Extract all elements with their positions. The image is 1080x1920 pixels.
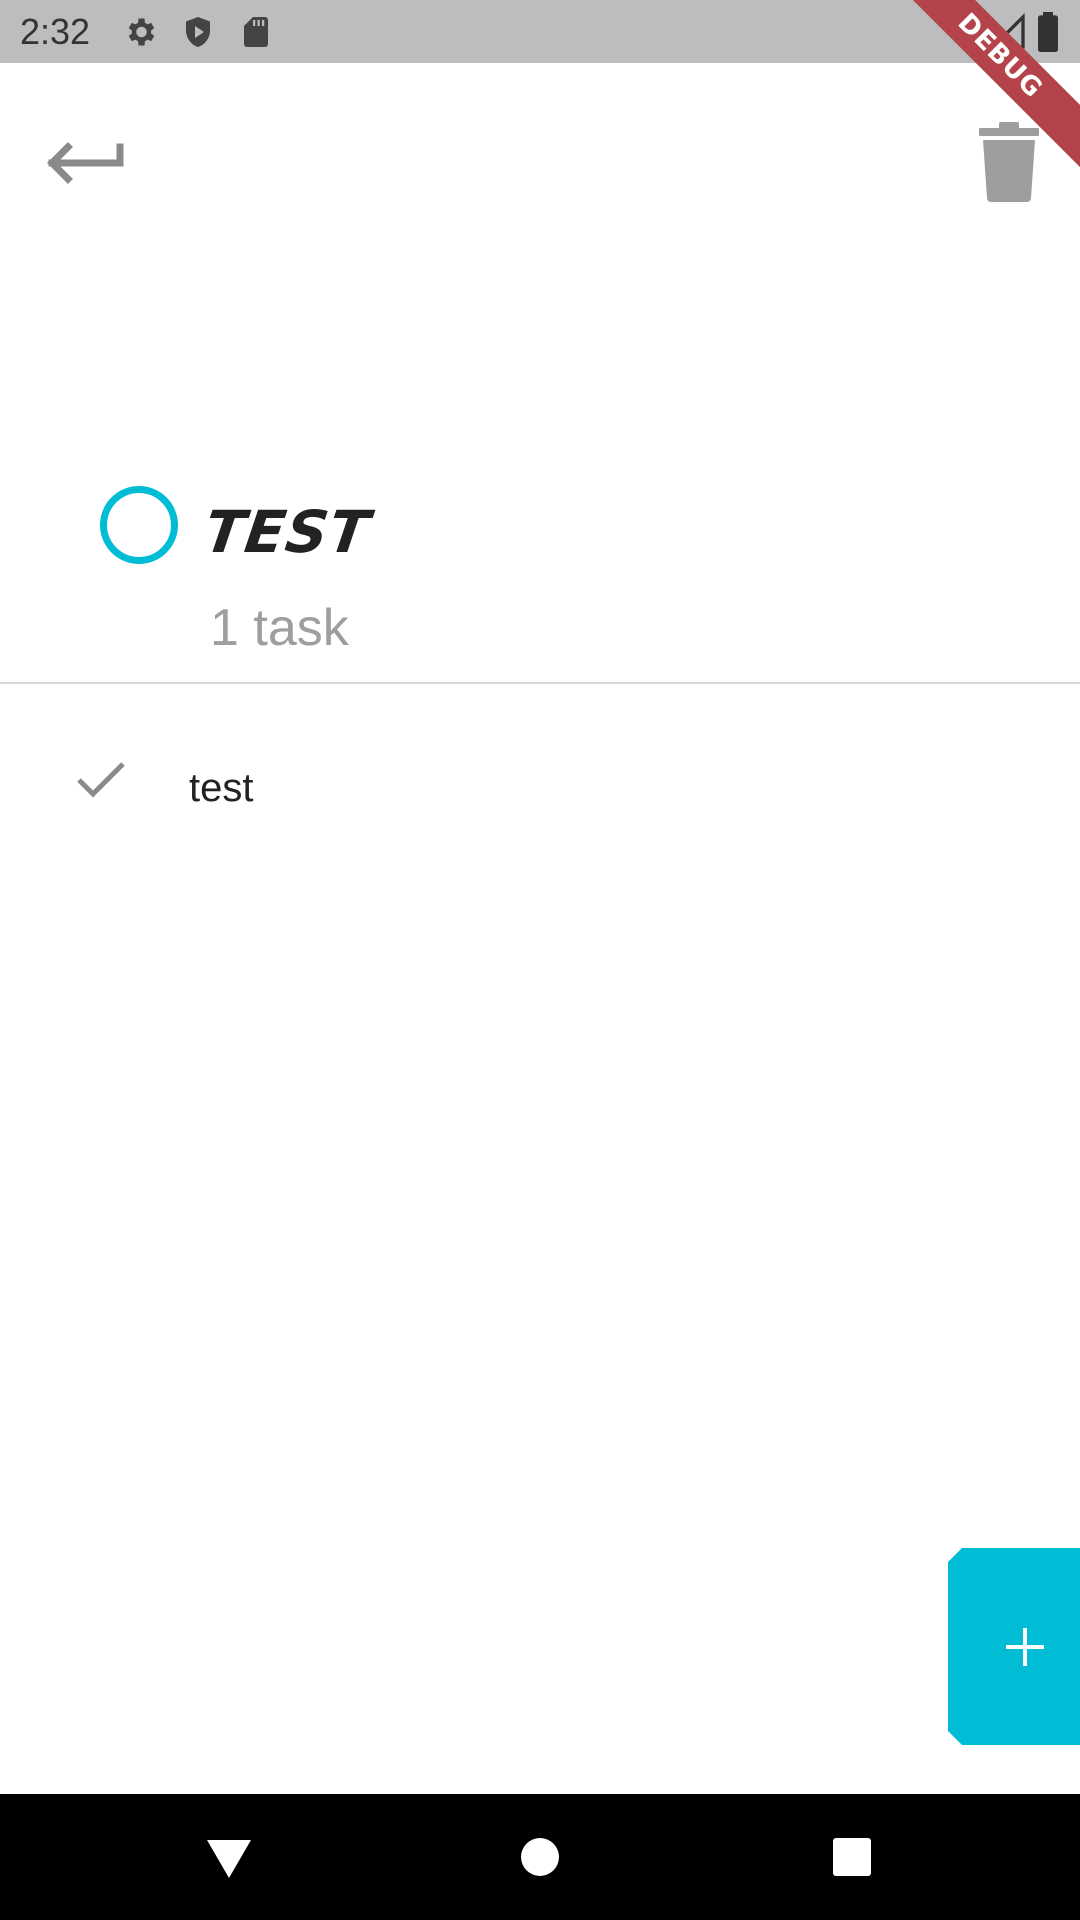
home-circle-icon xyxy=(521,1838,559,1876)
navigation-bar xyxy=(0,1794,1080,1920)
back-button[interactable] xyxy=(40,125,130,195)
check-icon[interactable] xyxy=(76,760,126,800)
task-row[interactable]: test xyxy=(0,738,1080,844)
divider xyxy=(0,682,1080,684)
list-title: TEST xyxy=(200,498,375,566)
shield-play-icon xyxy=(186,17,210,47)
plus-icon xyxy=(1002,1624,1048,1670)
add-task-button[interactable] xyxy=(948,1548,1080,1745)
delete-button[interactable] xyxy=(975,120,1045,202)
gear-icon xyxy=(128,18,155,46)
task-count: 1 task xyxy=(210,599,349,657)
status-bar: 2:32 DEBUG xyxy=(0,0,1080,178)
nav-home-button[interactable] xyxy=(515,1832,565,1882)
nav-back-button[interactable] xyxy=(204,1832,254,1882)
status-time: 2:32 xyxy=(20,11,91,52)
recents-square-icon xyxy=(833,1838,871,1876)
nav-recents-button[interactable] xyxy=(826,1832,876,1882)
battery-icon xyxy=(1038,12,1058,52)
task-label: test xyxy=(189,766,254,810)
return-arrow-icon xyxy=(47,142,124,184)
sd-card-icon xyxy=(244,17,268,47)
back-triangle-icon xyxy=(207,1840,251,1878)
trash-icon xyxy=(979,122,1039,202)
list-color-circle xyxy=(100,486,178,564)
